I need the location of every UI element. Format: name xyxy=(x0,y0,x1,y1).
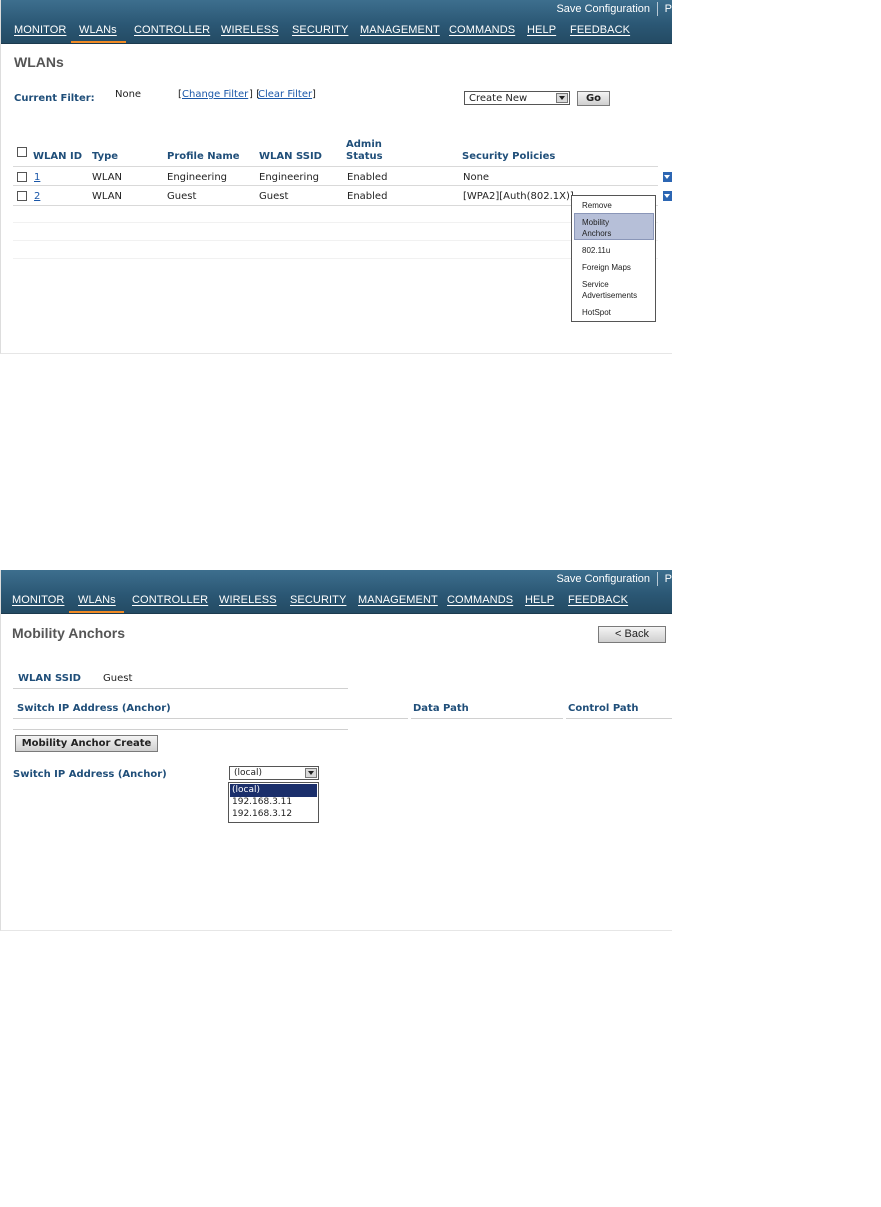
nav-security[interactable]: SECURITY xyxy=(290,594,346,606)
col-profile-name: Profile Name xyxy=(167,151,240,162)
option-local[interactable]: (local) xyxy=(230,784,317,797)
main-menu: MONITOR WLANs CONTROLLER WIRELESS SECURI… xyxy=(1,592,672,614)
row-ssid: Engineering xyxy=(259,172,319,183)
nav-security[interactable]: SECURITY xyxy=(292,24,348,36)
chevron-down-icon xyxy=(305,768,317,778)
top-nav-bar: Save Configuration P MONITOR WLANs CONTR… xyxy=(1,0,672,44)
page-title: WLANs xyxy=(14,54,64,70)
menu-item-remove[interactable]: Remove xyxy=(582,200,612,211)
col-wlan-id: WLAN ID xyxy=(33,151,83,162)
wlan-id-link[interactable]: 2 xyxy=(34,191,40,202)
save-configuration-link[interactable]: Save Configuration xyxy=(556,573,650,585)
header-separator xyxy=(657,572,658,586)
option-ip[interactable]: 192.168.3.11 xyxy=(232,797,292,807)
nav-wireless[interactable]: WIRELESS xyxy=(219,594,277,606)
save-configuration-link[interactable]: Save Configuration xyxy=(556,3,650,15)
nav-wireless[interactable]: WIRELESS xyxy=(221,24,279,36)
nav-management[interactable]: MANAGEMENT xyxy=(360,24,440,36)
col-data-path: Data Path xyxy=(413,703,469,714)
wlan-ssid-value: Guest xyxy=(103,673,133,684)
row-type: WLAN xyxy=(92,172,123,183)
header-cut-label[interactable]: P xyxy=(665,573,672,585)
menu-item-service-advertisements-line2: Advertisements xyxy=(582,291,638,300)
nav-commands[interactable]: COMMANDS xyxy=(447,594,513,606)
mobility-anchor-create-button[interactable]: Mobility Anchor Create xyxy=(15,735,158,752)
nav-monitor[interactable]: MONITOR xyxy=(14,24,66,36)
col-wlan-ssid: WLAN SSID xyxy=(259,151,322,162)
header-separator xyxy=(657,2,658,16)
col-admin-status-line1: Admin xyxy=(346,139,382,150)
nav-commands[interactable]: COMMANDS xyxy=(449,24,515,36)
row-checkbox[interactable] xyxy=(17,191,27,201)
clear-filter-link[interactable]: Clear Filter xyxy=(258,89,312,100)
nav-feedback[interactable]: FEEDBACK xyxy=(568,594,628,606)
row-type: WLAN xyxy=(92,191,123,202)
change-filter-link[interactable]: Change Filter xyxy=(182,89,248,100)
current-filter-value: None xyxy=(115,89,142,100)
nav-controller[interactable]: CONTROLLER xyxy=(132,594,208,606)
menu-item-hotspot[interactable]: HotSpot xyxy=(582,307,611,318)
nav-help[interactable]: HELP xyxy=(527,24,556,36)
row-status: Enabled xyxy=(347,191,388,202)
option-ip[interactable]: 192.168.3.12 xyxy=(232,809,292,819)
row-profile: Engineering xyxy=(167,172,227,183)
create-new-select[interactable]: Create New xyxy=(464,91,570,105)
nav-feedback[interactable]: FEEDBACK xyxy=(570,24,630,36)
col-control-path: Control Path xyxy=(568,703,639,714)
row-menu-button[interactable] xyxy=(663,172,672,182)
row-profile: Guest xyxy=(167,191,197,202)
row-security: None xyxy=(463,172,490,183)
go-button[interactable]: Go xyxy=(577,91,610,106)
switch-ip-label: Switch IP Address (Anchor) xyxy=(13,769,167,780)
main-menu: MONITOR WLANs CONTROLLER WIRELESS SECURI… xyxy=(1,22,672,44)
header-cut-label[interactable]: P xyxy=(665,3,672,15)
back-button[interactable]: < Back xyxy=(598,626,666,643)
wlan-id-link[interactable]: 1 xyxy=(34,172,40,183)
col-security-policies: Security Policies xyxy=(462,151,556,162)
nav-help[interactable]: HELP xyxy=(525,594,554,606)
nav-management[interactable]: MANAGEMENT xyxy=(358,594,438,606)
page-title: Mobility Anchors xyxy=(12,625,126,641)
col-type: Type xyxy=(92,151,119,162)
row-security: [WPA2][Auth(802.1X)] xyxy=(463,191,574,202)
nav-wlans[interactable]: WLANs xyxy=(78,594,116,606)
row-status: Enabled xyxy=(347,172,388,183)
row-context-menu: Remove Mobility Anchors 802.11u Foreign … xyxy=(571,195,656,322)
col-switch-ip: Switch IP Address (Anchor) xyxy=(17,703,171,714)
switch-ip-select[interactable]: (local) xyxy=(229,766,319,780)
row-menu-button[interactable] xyxy=(663,191,672,201)
current-filter-label: Current Filter: xyxy=(14,93,95,104)
menu-item-80211u[interactable]: 802.11u xyxy=(582,245,610,256)
col-admin-status-line2: Status xyxy=(346,151,383,162)
row-checkbox[interactable] xyxy=(17,172,27,182)
nav-controller[interactable]: CONTROLLER xyxy=(134,24,210,36)
switch-ip-options: (local) 192.168.3.11 192.168.3.12 xyxy=(228,782,319,823)
menu-item-foreign-maps[interactable]: Foreign Maps xyxy=(582,262,631,273)
wlan-ssid-label: WLAN SSID xyxy=(18,673,81,684)
menu-item-mobility-anchors-line1: Mobility xyxy=(582,218,610,227)
nav-wlans[interactable]: WLANs xyxy=(79,24,117,36)
mobility-anchors-screenshot: Save Configuration P MONITOR WLANs CONTR… xyxy=(0,570,672,931)
chevron-down-icon xyxy=(556,93,568,103)
select-all-checkbox[interactable] xyxy=(17,147,27,157)
menu-item-mobility-anchors-line2: Anchors xyxy=(582,229,612,238)
row-ssid: Guest xyxy=(259,191,289,202)
top-nav-bar: Save Configuration P MONITOR WLANs CONTR… xyxy=(1,570,672,614)
menu-item-service-advertisements-line1[interactable]: Service xyxy=(582,279,609,290)
wlans-screenshot: Save Configuration P MONITOR WLANs CONTR… xyxy=(0,0,672,354)
nav-monitor[interactable]: MONITOR xyxy=(12,594,64,606)
